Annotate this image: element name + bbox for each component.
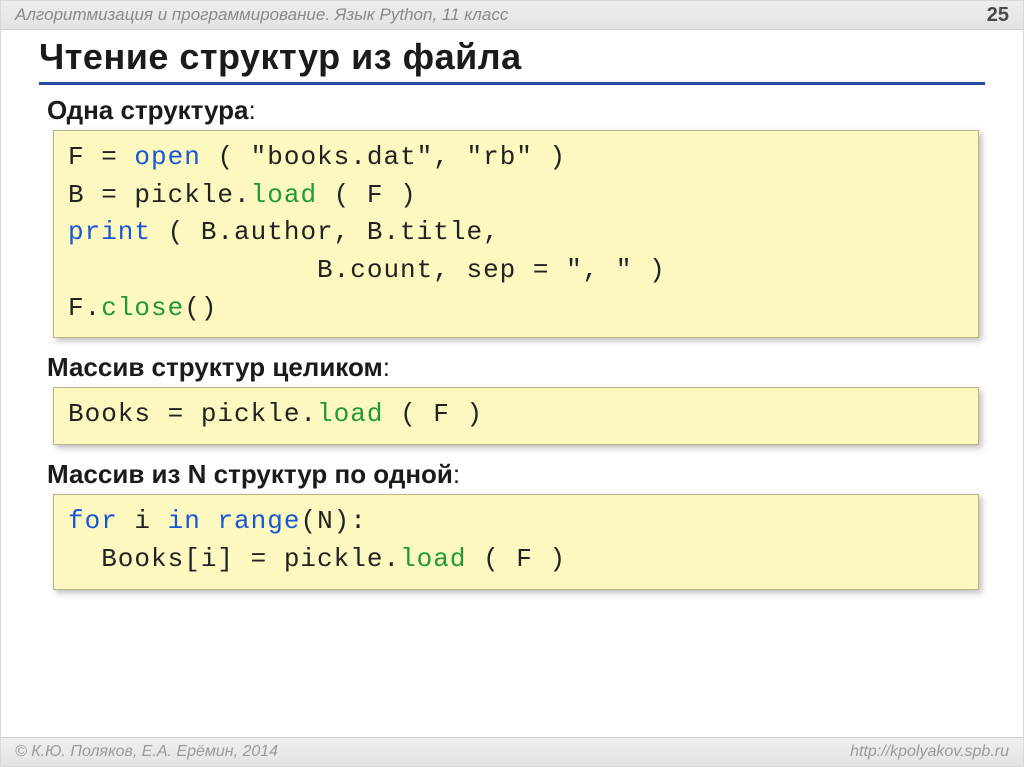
- code-method: load: [317, 399, 383, 429]
- copyright: © К.Ю. Поляков, Е.А. Ерёмин, 2014: [15, 743, 278, 761]
- code-text: ( F ): [383, 399, 483, 429]
- code-block-2: Books = pickle.load ( F ): [53, 387, 979, 445]
- code-text: [201, 506, 218, 536]
- header-bar: Алгоритмизация и программирование. Язык …: [1, 1, 1023, 30]
- course-title: Алгоритмизация и программирование. Язык …: [15, 5, 508, 25]
- code-text: B = pickle.: [68, 180, 251, 210]
- code-text: B.count, sep = ", " ): [68, 255, 666, 285]
- code-keyword: range: [217, 506, 300, 536]
- subheading-1-colon: :: [249, 95, 256, 125]
- code-text: F =: [68, 142, 134, 172]
- code-text: (): [184, 293, 217, 323]
- code-keyword: in: [168, 506, 201, 536]
- code-method: close: [101, 293, 184, 323]
- slide-title: Чтение структур из файла: [39, 36, 985, 85]
- code-text: ( F ): [466, 544, 566, 574]
- subheading-2: Массив структур целиком:: [47, 352, 985, 383]
- code-keyword: for: [68, 506, 118, 536]
- subheading-3-colon: :: [453, 459, 460, 489]
- code-block-1: F = open ( "books.dat", "rb" ) B = pickl…: [53, 130, 979, 338]
- content-area: Чтение структур из файла Одна структура:…: [1, 30, 1023, 590]
- subheading-2-colon: :: [383, 352, 390, 382]
- code-text: i: [118, 506, 168, 536]
- code-keyword: open: [134, 142, 200, 172]
- code-method: load: [400, 544, 466, 574]
- code-block-3: for i in range(N): Books[i] = pickle.loa…: [53, 494, 979, 589]
- footer-bar: © К.Ю. Поляков, Е.А. Ерёмин, 2014 http:/…: [1, 737, 1023, 766]
- subheading-1: Одна структура:: [47, 95, 985, 126]
- code-text: F.: [68, 293, 101, 323]
- subheading-1-text: Одна структура: [47, 95, 249, 125]
- code-text: Books[i] = pickle.: [68, 544, 400, 574]
- code-text: ( F ): [317, 180, 417, 210]
- subheading-3-text: Массив из N структур по одной: [47, 459, 453, 489]
- code-method: load: [251, 180, 317, 210]
- code-text: (N):: [300, 506, 366, 536]
- code-text: ( "books.dat", "rb" ): [201, 142, 566, 172]
- subheading-3: Массив из N структур по одной:: [47, 459, 985, 490]
- footer-url: http://kpolyakov.spb.ru: [850, 743, 1009, 761]
- subheading-2-text: Массив структур целиком: [47, 352, 383, 382]
- code-text: Books = pickle.: [68, 399, 317, 429]
- code-keyword: print: [68, 217, 151, 247]
- slide: Алгоритмизация и программирование. Язык …: [0, 0, 1024, 767]
- code-text: ( B.author, B.title,: [151, 217, 500, 247]
- page-number: 25: [987, 4, 1009, 27]
